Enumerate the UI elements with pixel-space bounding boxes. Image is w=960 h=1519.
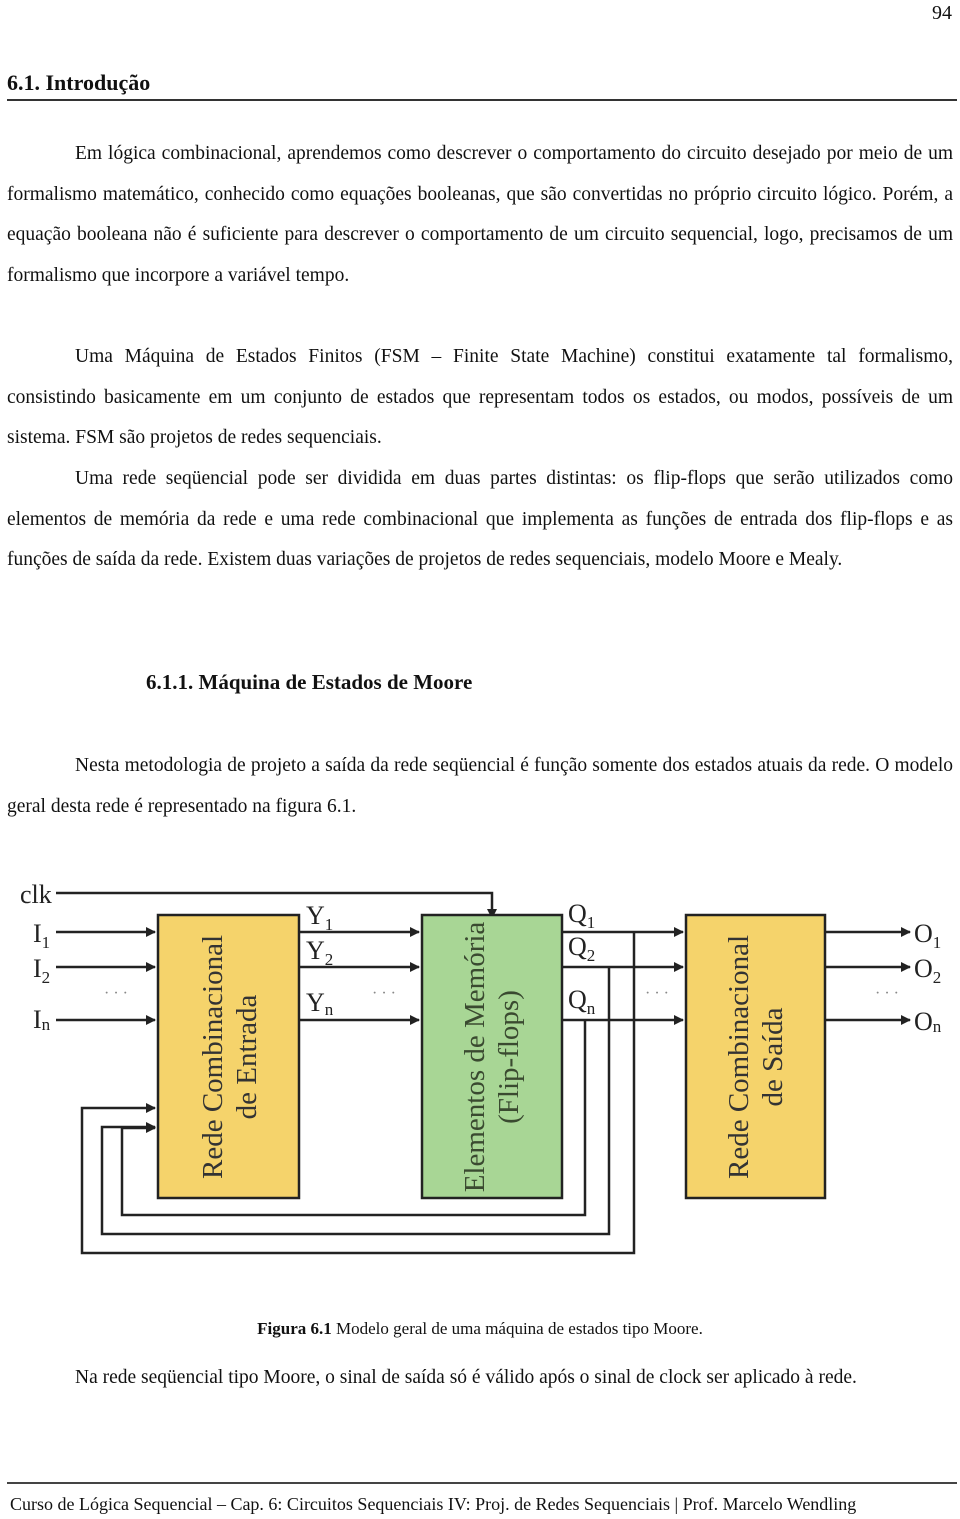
paragraph-2-text: Uma Máquina de Estados Finitos (FSM – Fi… bbox=[7, 346, 953, 449]
figure-caption-label: Figura 6.1 bbox=[257, 1319, 332, 1338]
excitation-label-1: Y1 bbox=[306, 901, 333, 934]
paragraph-5: Na rede seqüencial tipo Moore, o sinal d… bbox=[7, 1358, 953, 1399]
input-logic-label-1: Rede Combinacional bbox=[197, 935, 229, 1179]
output-logic-block bbox=[684, 913, 827, 1200]
state-label-2: Q2 bbox=[568, 932, 595, 965]
input-label-1: I1 bbox=[33, 919, 50, 952]
state-ellipsis: · · · bbox=[645, 985, 669, 1002]
paragraph-3: Uma rede seqüencial pode ser dividida em… bbox=[7, 459, 953, 581]
paragraph-4: Nesta metodologia de projeto a saída da … bbox=[7, 746, 953, 827]
paragraph-1-text: Em lógica combinacional, aprendemos como… bbox=[7, 143, 953, 286]
input-ellipsis: · · · bbox=[104, 985, 128, 1002]
output-ellipsis: · · · bbox=[875, 985, 899, 1002]
output-label-2: O2 bbox=[914, 954, 941, 987]
paragraph-4-text: Nesta metodologia de projeto a saída da … bbox=[7, 755, 953, 817]
paragraph-5-text: Na rede seqüencial tipo Moore, o sinal d… bbox=[75, 1367, 857, 1388]
figure-caption-text: Modelo geral de uma máquina de estados t… bbox=[331, 1319, 703, 1338]
input-logic-label-2: de Entrada bbox=[231, 994, 263, 1119]
memory-label-2: (Flip-flops) bbox=[493, 990, 525, 1124]
input-label-n: In bbox=[33, 1005, 51, 1034]
moore-machine-figure: Rede Combinacional de Entrada Elementos … bbox=[0, 870, 960, 1270]
excitation-ellipsis: · · · bbox=[372, 985, 396, 1002]
page-number: 94 bbox=[932, 2, 952, 24]
excitation-label-2: Y2 bbox=[306, 936, 333, 969]
state-label-n: Qn bbox=[568, 985, 596, 1018]
section-title: 6.1. Introdução bbox=[7, 70, 151, 95]
clock-label: clk bbox=[20, 880, 52, 909]
paragraph-1: Em lógica combinacional, aprendemos como… bbox=[7, 134, 953, 296]
paragraph-2: Uma Máquina de Estados Finitos (FSM – Fi… bbox=[7, 337, 953, 459]
output-logic-label-2: de Saída bbox=[757, 1007, 789, 1106]
memory-label-1: Elementos de Memória bbox=[459, 922, 491, 1193]
page-footer: Curso de Lógica Sequencial – Cap. 6: Cir… bbox=[10, 1494, 857, 1514]
input-label-2: I2 bbox=[33, 954, 50, 987]
output-logic-label-1: Rede Combinacional bbox=[723, 935, 755, 1179]
moore-diagram: Rede Combinacional de Entrada Elementos … bbox=[20, 880, 942, 1255]
excitation-label-n: Yn bbox=[306, 988, 334, 1019]
memory-block bbox=[420, 913, 564, 1200]
subsection-title: 6.1.1. Máquina de Estados de Moore bbox=[146, 670, 473, 694]
footer-divider bbox=[7, 1482, 957, 1484]
state-label-1: Q1 bbox=[568, 899, 595, 932]
figure-caption: Figura 6.1 Modelo geral de uma máquina d… bbox=[0, 1319, 960, 1339]
output-label-1: O1 bbox=[914, 919, 941, 952]
output-label-n: On bbox=[914, 1007, 942, 1036]
paragraph-3-text: Uma rede seqüencial pode ser dividida em… bbox=[7, 468, 953, 571]
section-divider bbox=[7, 99, 957, 101]
